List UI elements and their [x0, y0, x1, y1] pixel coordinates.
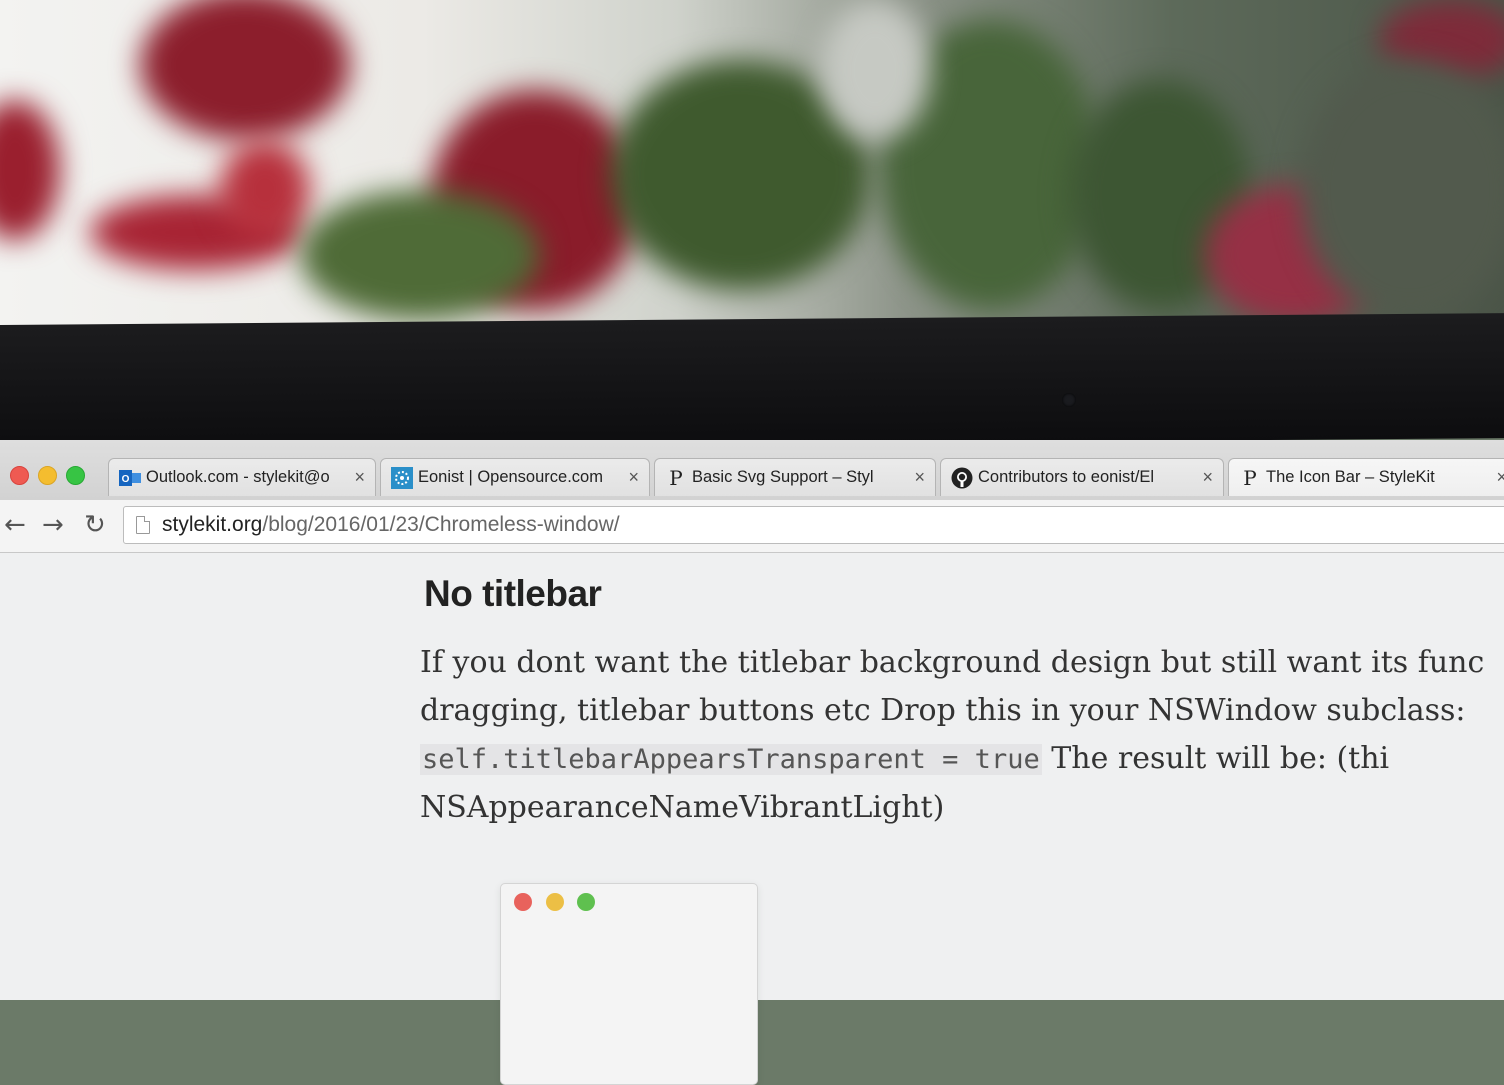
p-letter-icon: P: [1243, 465, 1257, 490]
tab-title: Outlook.com - stylekit@o: [146, 468, 330, 486]
address-bar[interactable]: stylekit.org/blog/2016/01/23/Chromeless-…: [123, 506, 1504, 544]
close-tab-icon[interactable]: ×: [1496, 467, 1504, 488]
close-tab-icon[interactable]: ×: [1202, 467, 1213, 488]
demo-window-screenshot: [500, 883, 758, 1085]
close-tab-icon[interactable]: ×: [914, 467, 925, 488]
close-tab-icon[interactable]: ×: [628, 467, 639, 488]
tab-title: The Icon Bar – StyleKit: [1266, 468, 1435, 486]
demo-zoom-dot: [577, 893, 595, 911]
article-heading: No titlebar: [424, 573, 602, 614]
outlook-icon: O: [119, 467, 141, 489]
p-letter-icon: P: [669, 465, 683, 490]
paragraph-line-3: The result will be: (thi: [1041, 741, 1390, 776]
tab-basic-svg[interactable]: P Basic Svg Support – Styl ×: [654, 458, 936, 496]
forward-arrow-icon[interactable]: →: [42, 512, 64, 538]
browser-toolbar: ← → ↻ stylekit.org/blog/2016/01/23/Chrom…: [0, 500, 1504, 553]
opensource-icon: [391, 466, 413, 489]
tab-strip: O Outlook.com - stylekit@o × Eonist | Op…: [0, 440, 1504, 501]
tab-icon-bar[interactable]: P The Icon Bar – StyleKit ×: [1228, 458, 1504, 496]
tab-opensource[interactable]: Eonist | Opensource.com ×: [380, 458, 650, 496]
close-tab-icon[interactable]: ×: [354, 467, 365, 488]
laptop-bezel: [0, 313, 1504, 450]
inline-code: self.titlebarAppearsTransparent = true: [420, 744, 1042, 775]
tab-outlook[interactable]: O Outlook.com - stylekit@o ×: [108, 458, 376, 496]
tab-github-contributors[interactable]: Contributors to eonist/El ×: [940, 458, 1224, 496]
paragraph-line-4: NSAppearanceNameVibrantLight): [420, 790, 945, 825]
tab-title: Contributors to eonist/El: [978, 468, 1155, 486]
url-host: stylekit.org: [162, 513, 263, 536]
article-paragraph: If you dont want the titlebar background…: [420, 639, 1504, 832]
tab-title: Eonist | Opensource.com: [418, 468, 603, 486]
close-window-button[interactable]: [10, 466, 29, 485]
page-icon: [136, 516, 150, 534]
url-text: stylekit.org/blog/2016/01/23/Chromeless-…: [162, 513, 620, 537]
url-path: /blog/2016/01/23/Chromeless-window/: [262, 513, 620, 536]
github-icon: [951, 467, 973, 489]
zoom-window-button[interactable]: [66, 466, 85, 485]
page-content: No titlebar If you dont want the titleba…: [0, 553, 1504, 1085]
demo-minimize-dot: [546, 893, 564, 911]
reload-icon[interactable]: ↻: [84, 512, 106, 538]
tab-title: Basic Svg Support – Styl: [692, 468, 874, 486]
demo-close-dot: [514, 893, 532, 911]
back-arrow-icon[interactable]: ←: [4, 512, 26, 538]
background-photo: [0, 0, 1504, 345]
browser-window: O Outlook.com - stylekit@o × Eonist | Op…: [0, 440, 1504, 1085]
paragraph-line-1: If you dont want the titlebar background…: [420, 645, 1485, 680]
webcam: [1062, 393, 1076, 407]
paragraph-line-2: dragging, titlebar buttons etc Drop this…: [420, 693, 1466, 728]
svg-text:O: O: [122, 474, 130, 485]
minimize-window-button[interactable]: [38, 466, 57, 485]
